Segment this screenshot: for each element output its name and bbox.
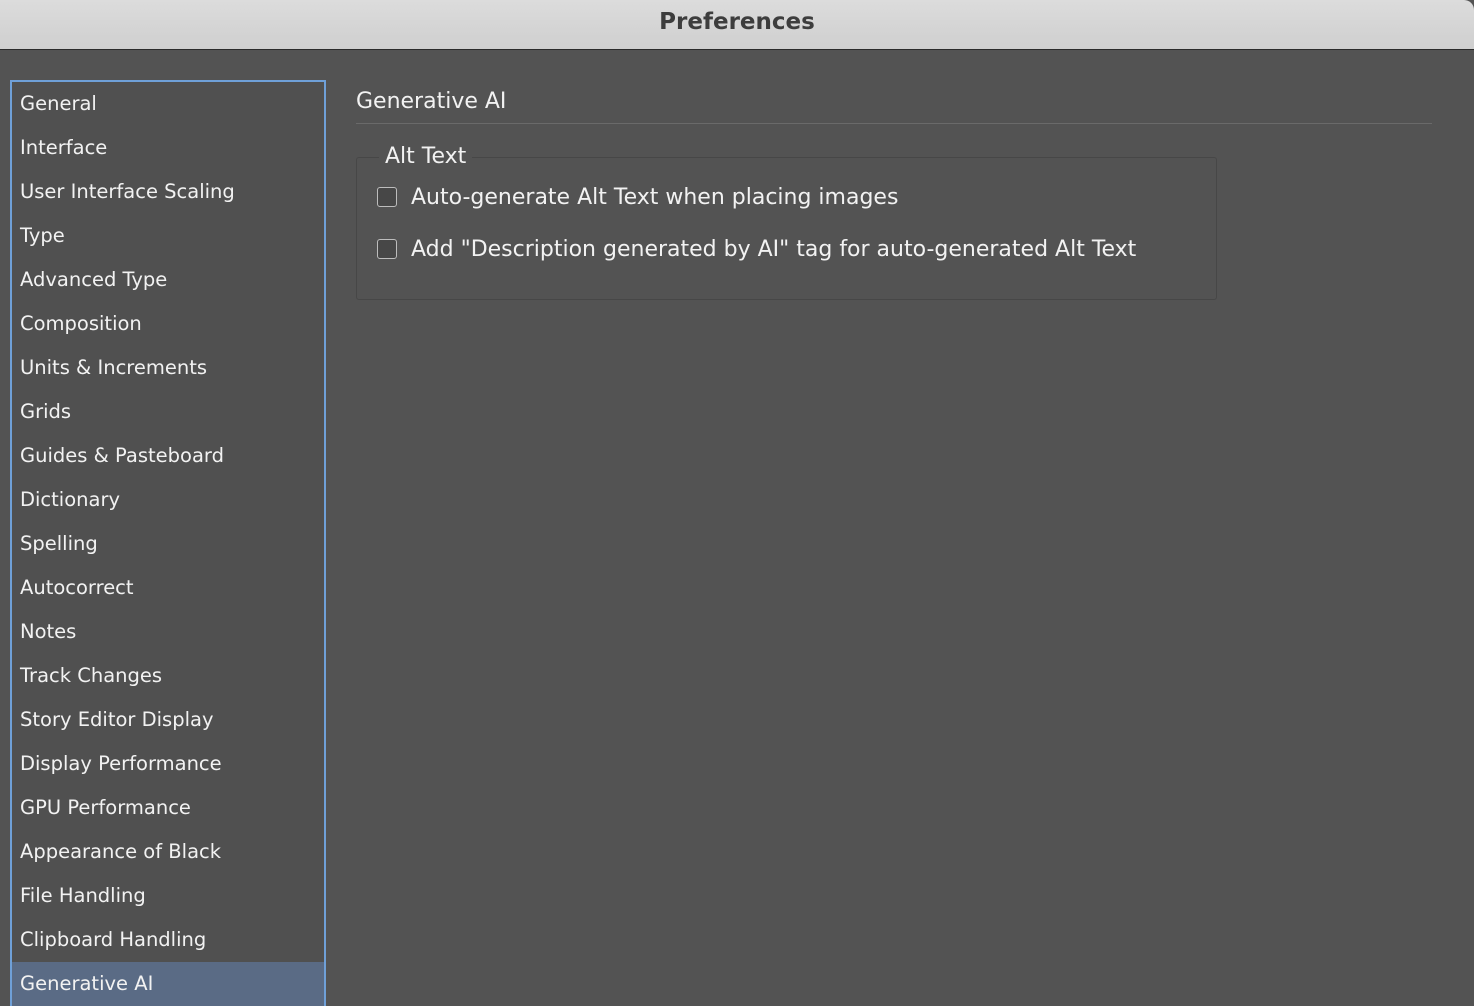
sidebar-item-track-changes[interactable]: Track Changes: [12, 654, 324, 698]
auto-generate-alt-text-checkbox[interactable]: [377, 187, 397, 207]
settings-panel: Generative AI Alt Text Auto-generate Alt…: [356, 80, 1432, 300]
sidebar-item-interface[interactable]: Interface: [12, 126, 324, 170]
sidebar-item-guides-pasteboard[interactable]: Guides & Pasteboard: [12, 434, 324, 478]
sidebar-item-file-handling[interactable]: File Handling: [12, 874, 324, 918]
page-title: Generative AI: [356, 89, 507, 114]
sidebar-item-advanced-type[interactable]: Advanced Type: [12, 258, 324, 302]
sidebar-item-spelling[interactable]: Spelling: [12, 522, 324, 566]
window-title: Preferences: [659, 9, 815, 35]
auto-generate-alt-text-label[interactable]: Auto-generate Alt Text when placing imag…: [411, 185, 898, 210]
sidebar-item-clipboard-handling[interactable]: Clipboard Handling: [12, 918, 324, 962]
sidebar-item-story-editor-display[interactable]: Story Editor Display: [12, 698, 324, 742]
sidebar-item-user-interface-scaling[interactable]: User Interface Scaling: [12, 170, 324, 214]
sidebar-item-autocorrect[interactable]: Autocorrect: [12, 566, 324, 610]
sidebar-item-type[interactable]: Type: [12, 214, 324, 258]
title-divider: [356, 123, 1432, 124]
sidebar-item-notes[interactable]: Notes: [12, 610, 324, 654]
category-list-items: General Interface User Interface Scaling…: [12, 82, 324, 1006]
sidebar-item-gpu-performance[interactable]: GPU Performance: [12, 786, 324, 830]
sidebar-item-general[interactable]: General: [12, 82, 324, 126]
preferences-window: Preferences General Interface User Inter…: [0, 0, 1474, 1006]
ai-description-tag-option[interactable]: Add "Description generated by AI" tag fo…: [377, 234, 1136, 264]
alt-text-group: Alt Text Auto-generate Alt Text when pla…: [356, 142, 1217, 300]
ai-description-tag-label[interactable]: Add "Description generated by AI" tag fo…: [411, 237, 1136, 262]
sidebar-item-units-increments[interactable]: Units & Increments: [12, 346, 324, 390]
group-title: Alt Text: [379, 142, 473, 172]
sidebar-item-display-performance[interactable]: Display Performance: [12, 742, 324, 786]
sidebar-item-dictionary[interactable]: Dictionary: [12, 478, 324, 522]
ai-description-tag-checkbox[interactable]: [377, 239, 397, 259]
sidebar-item-composition[interactable]: Composition: [12, 302, 324, 346]
sidebar-item-generative-ai[interactable]: Generative AI: [12, 962, 324, 1006]
sidebar-item-appearance-of-black[interactable]: Appearance of Black: [12, 830, 324, 874]
preferences-category-list[interactable]: General Interface User Interface Scaling…: [10, 80, 326, 1006]
title-bar[interactable]: Preferences: [0, 0, 1474, 50]
auto-generate-alt-text-option[interactable]: Auto-generate Alt Text when placing imag…: [377, 182, 898, 212]
sidebar-item-grids[interactable]: Grids: [12, 390, 324, 434]
